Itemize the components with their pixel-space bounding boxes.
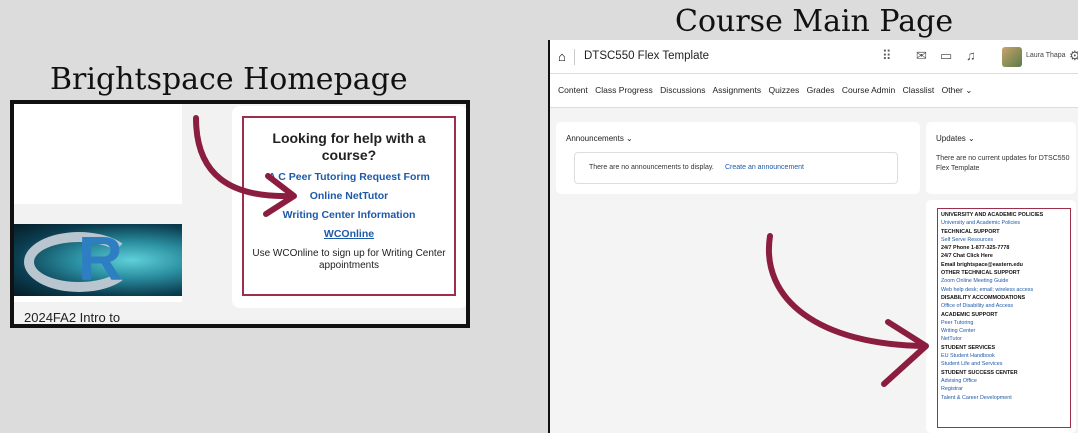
resource-link[interactable]: Peer Tutoring <box>941 319 1067 327</box>
course-card-top <box>14 104 182 204</box>
announcements-empty-text: There are no announcements to display. <box>589 164 714 171</box>
updates-text: There are no current updates for DTSC550… <box>936 155 1070 172</box>
resource-link[interactable]: NetTutor <box>941 335 1067 343</box>
resource-heading: DISABILITY ACCOMMODATIONS <box>941 294 1026 301</box>
gear-icon[interactable]: ⚙ <box>1069 48 1078 64</box>
wconline-link[interactable]: WCOnline <box>244 228 454 240</box>
nav-content[interactable]: Content <box>558 85 588 95</box>
nettutor-link[interactable]: Online NetTutor <box>244 190 454 202</box>
updates-widget: Updates ⌄ There are no current updates f… <box>926 122 1076 194</box>
nav-assignments[interactable]: Assignments <box>712 85 761 95</box>
resource-link[interactable]: Office of Disability and Access <box>941 302 1067 310</box>
nav-quizzes[interactable]: Quizzes <box>768 85 799 95</box>
course-tile-image[interactable]: R <box>14 224 182 296</box>
mail-icon[interactable]: ✉ <box>916 48 927 64</box>
help-note: Use WCOnline to sign up for Writing Cent… <box>252 248 446 271</box>
caption-course-main-page: Course Main Page <box>675 4 954 39</box>
resource-heading: ACADEMIC SUPPORT <box>941 311 998 318</box>
course-title[interactable]: DTSC550 Flex Template <box>584 50 709 62</box>
resource-link[interactable]: University and Academic Policies <box>941 219 1067 227</box>
resource-link[interactable]: Writing Center <box>941 327 1067 335</box>
updates-heading[interactable]: Updates ⌄ <box>936 134 975 143</box>
resource-link[interactable]: Zoom Online Meeting Guide <box>941 277 1067 285</box>
resource-heading: Email brightspace@eastern.edu <box>941 261 1023 268</box>
user-name[interactable]: Laura Thapa <box>1026 52 1066 59</box>
resource-heading: TECHNICAL SUPPORT <box>941 228 1000 235</box>
r-logo-letter: R <box>78 225 123 294</box>
help-title: Looking for help with a course? <box>272 130 426 163</box>
resource-heading: 24/7 Phone 1-877-325-7778 <box>941 245 1010 252</box>
announcements-widget: Announcements ⌄ There are no announcemen… <box>556 122 920 194</box>
resource-link[interactable]: Advising Office <box>941 377 1067 385</box>
create-announcement-link[interactable]: Create an announcement <box>725 164 804 171</box>
announcements-list: There are no announcements to display. C… <box>574 152 898 184</box>
resource-link[interactable]: Self Serve Resources <box>941 236 1067 244</box>
resource-link[interactable]: Registrar <box>941 385 1067 393</box>
nav-class-progress[interactable]: Class Progress <box>595 85 653 95</box>
home-icon[interactable]: ⌂ <box>558 49 566 64</box>
nav-grades[interactable]: Grades <box>807 85 835 95</box>
student-resources-widget: UNIVERSITY AND ACADEMIC POLICIES Universi… <box>937 208 1071 428</box>
nav-discussions[interactable]: Discussions <box>660 85 705 95</box>
waffle-icon[interactable]: ⠿ <box>882 48 892 64</box>
chat-icon[interactable]: ▭ <box>940 48 952 64</box>
writing-center-link[interactable]: Writing Center Information <box>244 209 454 221</box>
course-card[interactable]: R <box>14 224 182 302</box>
caption-brightspace-homepage: Brightspace Homepage <box>50 62 408 97</box>
resource-heading: STUDENT SERVICES <box>941 344 996 351</box>
announcements-heading[interactable]: Announcements ⌄ <box>566 134 633 143</box>
help-widget: Looking for help with a course? A C Peer… <box>242 116 456 296</box>
resource-link[interactable]: Web help desk; email; wireless access <box>941 286 1067 294</box>
resource-link[interactable]: EU Student Handbook <box>941 352 1067 360</box>
course-name[interactable]: 2024FA2 Intro to <box>24 310 120 324</box>
resource-link[interactable]: Student Life and Services <box>941 360 1067 368</box>
resource-heading: UNIVERSITY AND ACADEMIC POLICIES <box>941 212 1044 218</box>
nav-course-admin[interactable]: Course Admin <box>842 85 895 95</box>
bell-icon[interactable]: ♫ <box>966 48 976 63</box>
resource-heading: 24/7 Chat Click Here <box>941 253 993 260</box>
resource-heading: OTHER TECHNICAL SUPPORT <box>941 270 1020 277</box>
avatar[interactable] <box>1002 47 1022 67</box>
header-divider <box>574 49 575 65</box>
resources-list: UNIVERSITY AND ACADEMIC POLICIES Universi… <box>941 211 1067 402</box>
nav-other[interactable]: Other ⌄ <box>942 85 973 95</box>
nav-classlist[interactable]: Classlist <box>903 85 935 95</box>
resource-link[interactable]: Talent & Career Development <box>941 394 1067 402</box>
course-navbar: Content Class Progress Discussions Assig… <box>550 74 1078 108</box>
resource-heading: STUDENT SUCCESS CENTER <box>941 369 1018 376</box>
peer-tutoring-link[interactable]: A C Peer Tutoring Request Form <box>244 171 454 183</box>
course-header: ⌂ DTSC550 Flex Template ⠿ ✉ ▭ ♫ Laura Th… <box>550 40 1078 74</box>
brightspace-homepage-screenshot: R 2024FA2 Intro to Looking for help with… <box>10 100 470 328</box>
